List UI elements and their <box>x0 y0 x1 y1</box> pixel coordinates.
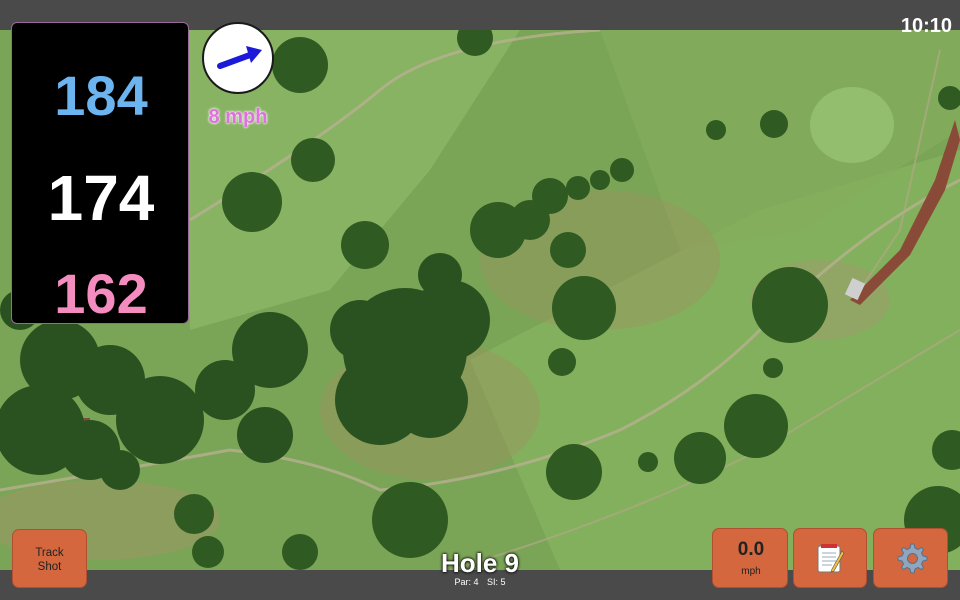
wind-speed: 8 mph <box>208 106 268 128</box>
speed-button[interactable]: 0.0 mph <box>712 528 788 588</box>
hole-info: Par: 4 SI: 5 <box>380 577 580 587</box>
wind-direction-dial <box>202 22 274 94</box>
notes-button[interactable] <box>793 528 867 588</box>
speed-unit: mph <box>741 566 761 577</box>
distance-panel: 184 174 162 <box>11 22 189 325</box>
hole-stroke-index: SI: 5 <box>487 577 506 587</box>
hole-par: Par: 4 <box>454 577 479 587</box>
speed-value: 0.0 <box>737 539 765 560</box>
hole-title: Hole 9 <box>440 548 520 578</box>
clock: 10:10 <box>900 15 952 37</box>
track-shot-label-line2: Shot <box>37 561 62 573</box>
distance-middle: 174 <box>47 162 155 234</box>
arrow-icon <box>217 46 262 69</box>
gear-icon <box>897 543 927 574</box>
settings-button[interactable] <box>873 528 948 588</box>
distance-back: 184 <box>54 64 148 127</box>
track-shot-label-line1: Track <box>35 547 64 559</box>
track-shot-button[interactable]: Track Shot <box>12 529 87 588</box>
distance-front: 162 <box>54 262 148 325</box>
notepad-icon <box>817 544 845 573</box>
